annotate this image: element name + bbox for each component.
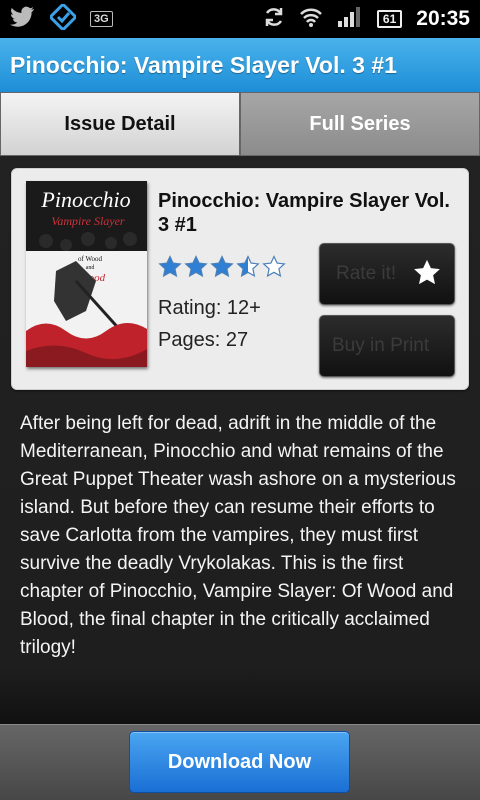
twitter-icon — [10, 6, 36, 33]
app-bar: Pinocchio: Vampire Slayer Vol. 3 #1 — [0, 38, 480, 92]
star-empty-icon — [262, 255, 286, 284]
clock: 20:35 — [416, 7, 470, 30]
rate-it-button[interactable]: Rate it! — [319, 243, 455, 305]
star-icon — [412, 258, 442, 294]
star-filled-icon — [158, 255, 182, 284]
bottom-bar: Download Now — [0, 724, 480, 800]
star-filled-icon — [184, 255, 208, 284]
tab-full-series[interactable]: Full Series — [240, 92, 480, 156]
buy-in-print-label: Buy in Print — [332, 335, 430, 356]
cover-of-wood-text: of Wood — [78, 255, 103, 263]
3g-icon: 3G — [90, 11, 113, 27]
download-now-button[interactable]: Download Now — [129, 731, 350, 793]
battery-icon: 61 — [376, 10, 403, 28]
age-rating-text: Rating: 12+ — [158, 297, 261, 319]
status-bar: 3G 61 20:35 — [0, 0, 480, 38]
signal-icon — [337, 6, 363, 33]
cover-title-text: Pinocchio — [40, 187, 130, 212]
tab-bar: Issue Detail Full Series — [0, 92, 480, 156]
star-rating — [158, 255, 286, 284]
page-count-text: Pages: 27 — [158, 329, 249, 351]
rate-it-label: Rate it! — [336, 263, 397, 284]
sync-icon — [263, 6, 285, 33]
cover-image: Pinocchio Vampire Slayer of Wood and Blo… — [26, 181, 147, 367]
wifi-icon — [299, 6, 323, 33]
tab-issue-detail[interactable]: Issue Detail — [0, 92, 240, 156]
issue-card: Pinocchio Vampire Slayer of Wood and Blo… — [11, 168, 469, 390]
star-filled-icon — [210, 255, 234, 284]
issue-title: Pinocchio: Vampire Slayer Vol. 3 #1 — [158, 190, 450, 236]
cover-subtitle-text: Vampire Slayer — [51, 214, 125, 228]
tasks-check-icon — [49, 3, 77, 35]
page-title: Pinocchio: Vampire Slayer Vol. 3 #1 — [10, 51, 397, 78]
issue-description: After being left for dead, adrift in the… — [20, 413, 456, 658]
issue-detail-panel: Pinocchio Vampire Slayer of Wood and Blo… — [0, 156, 480, 724]
buy-in-print-button[interactable]: Buy in Print — [319, 315, 455, 377]
star-half-icon — [236, 255, 260, 284]
cover-and-text: and — [86, 265, 95, 271]
